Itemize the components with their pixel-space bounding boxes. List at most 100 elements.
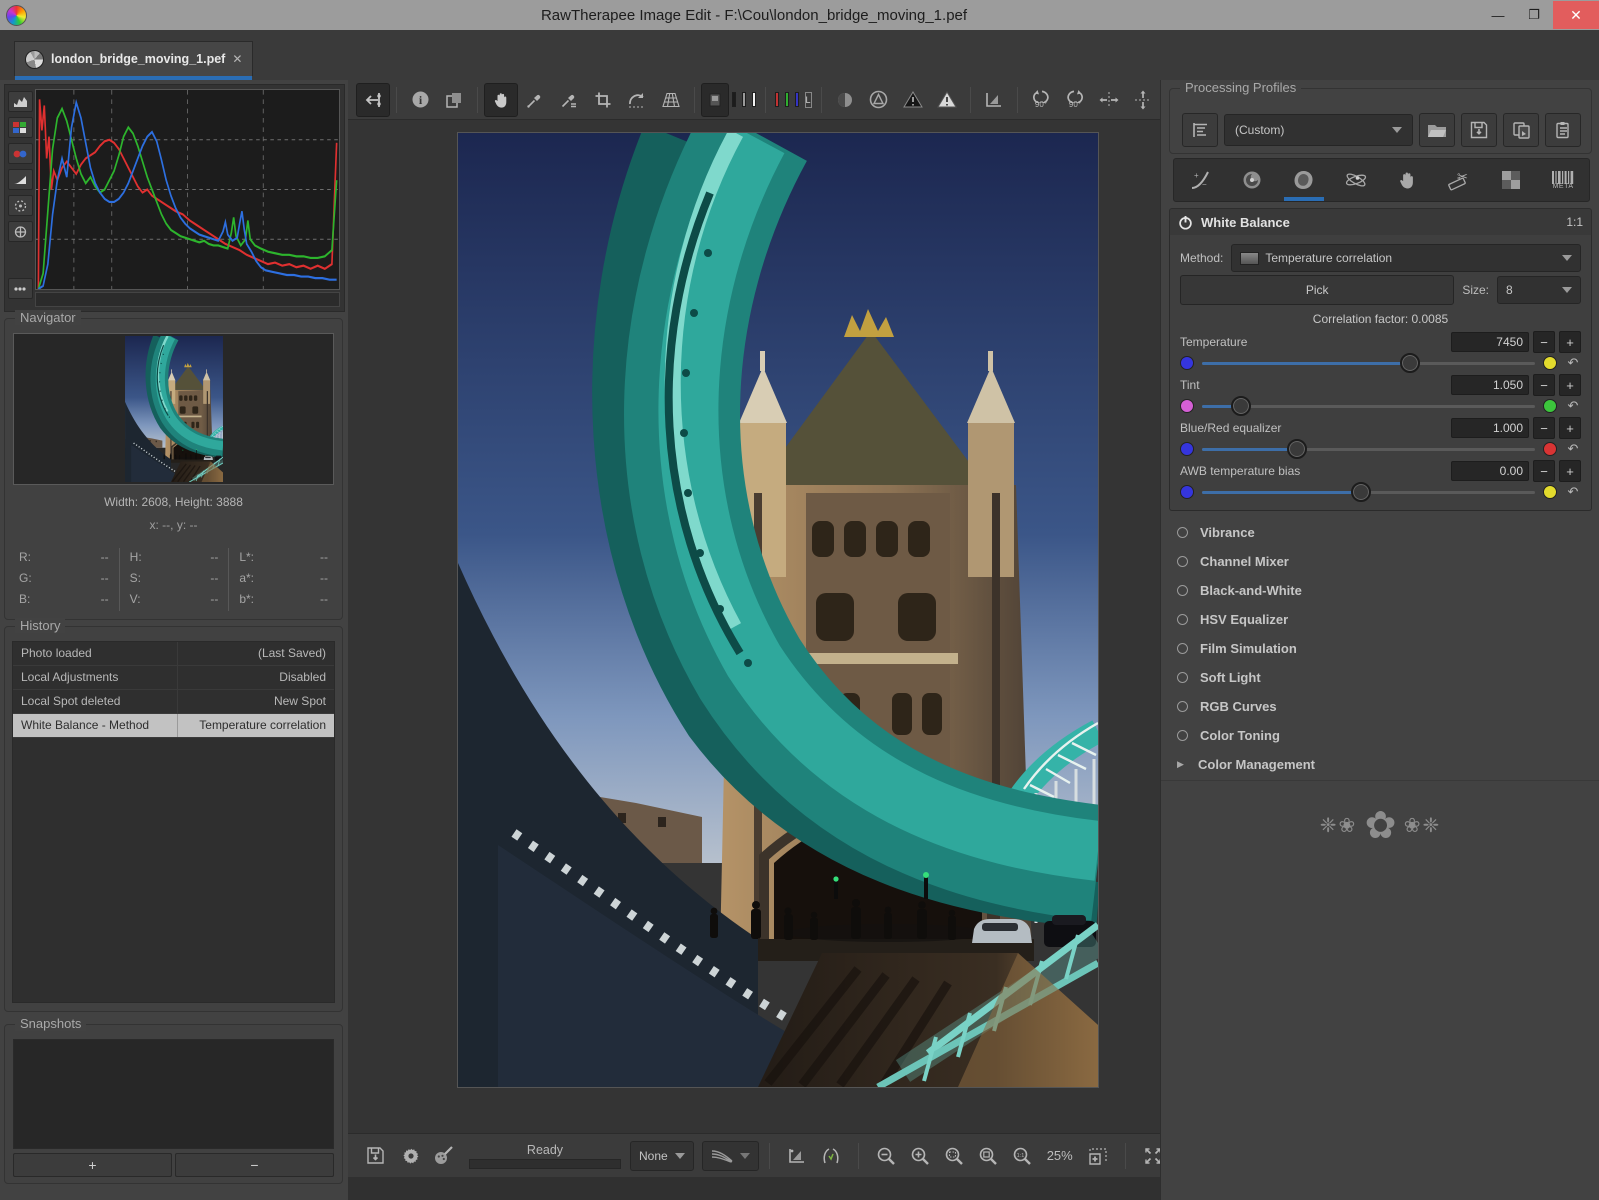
background-color-button[interactable]: [701, 83, 729, 117]
slider-track[interactable]: [1202, 491, 1535, 494]
highlight-clipping-button[interactable]: [930, 83, 964, 117]
false-color-button[interactable]: [828, 83, 862, 117]
tool-channel-mixer[interactable]: Channel Mixer: [1169, 547, 1592, 576]
tool-film-simulation[interactable]: Film Simulation: [1169, 634, 1592, 663]
tab-locallab[interactable]: [1382, 159, 1434, 201]
queue-processing-button[interactable]: [392, 1139, 426, 1173]
reset-icon[interactable]: ↶: [1565, 356, 1581, 371]
tab-raw[interactable]: [1485, 159, 1537, 201]
hand-tool-button[interactable]: [484, 83, 518, 117]
add-snapshot-button[interactable]: +: [13, 1153, 172, 1177]
flip-vertical-button[interactable]: [1126, 83, 1160, 117]
slider-track[interactable]: [1202, 362, 1535, 365]
shadow-clipping-button[interactable]: [896, 83, 930, 117]
tab-transform[interactable]: ✂: [1433, 159, 1485, 201]
color-profile-button[interactable]: [702, 1141, 759, 1171]
copy-profile-button[interactable]: [1503, 113, 1539, 147]
reset-icon[interactable]: ↶: [1565, 399, 1581, 414]
paste-profile-button[interactable]: [1545, 113, 1581, 147]
increment-button[interactable]: +: [1559, 460, 1581, 482]
history-row[interactable]: Photo loaded (Last Saved): [13, 642, 334, 666]
wb-method-select[interactable]: Temperature correlation: [1231, 244, 1581, 272]
expander-arrow-icon[interactable]: ▶: [1177, 760, 1186, 770]
snapshots-list[interactable]: [13, 1039, 334, 1149]
rotate-left-button[interactable]: 90°: [1024, 83, 1058, 117]
add-detail-window-button[interactable]: [1081, 1139, 1115, 1173]
close-button[interactable]: ✕: [1553, 1, 1599, 29]
increment-button[interactable]: +: [1559, 417, 1581, 439]
slider-track[interactable]: [1202, 448, 1535, 451]
color-picker-button[interactable]: [552, 83, 586, 117]
slider-value-field[interactable]: 1.050: [1451, 375, 1529, 395]
bg-white-swatch[interactable]: [752, 92, 756, 107]
white-balance-picker-button[interactable]: [518, 83, 552, 117]
luminosity-channel-button[interactable]: L: [805, 92, 812, 108]
tool-color-management[interactable]: ▶Color Management: [1169, 750, 1592, 779]
photo-tower-bridge[interactable]: [457, 132, 1099, 1088]
power-ring-icon[interactable]: [1177, 730, 1188, 741]
green-channel-swatch[interactable]: [785, 92, 789, 107]
power-ring-icon[interactable]: [1177, 614, 1188, 625]
red-channel-swatch[interactable]: [775, 92, 779, 107]
power-ring-icon[interactable]: [1177, 585, 1188, 596]
histogram-rgb-icon[interactable]: [8, 117, 33, 138]
tool-black-and-white[interactable]: Black-and-White: [1169, 576, 1592, 605]
flip-horizontal-button[interactable]: [1092, 83, 1126, 117]
zoom-fit-crop-button[interactable]: [971, 1139, 1005, 1173]
power-ring-icon[interactable]: [1177, 527, 1188, 538]
minimize-button[interactable]: —: [1481, 3, 1515, 27]
delete-snapshot-button[interactable]: −: [175, 1153, 334, 1177]
history-row[interactable]: Local Adjustments Disabled: [13, 666, 334, 690]
tab-close-icon[interactable]: ✕: [232, 52, 242, 66]
power-ring-icon[interactable]: [1177, 556, 1188, 567]
softproof-button[interactable]: [780, 1139, 814, 1173]
image-tab[interactable]: london_bridge_moving_1.pef ✕: [14, 41, 253, 76]
save-profile-button[interactable]: [1461, 113, 1497, 147]
histogram-value-icon[interactable]: [8, 91, 33, 112]
decrement-button[interactable]: −: [1533, 331, 1555, 353]
power-ring-icon[interactable]: [1177, 643, 1188, 654]
increment-button[interactable]: +: [1559, 331, 1581, 353]
image-info-button[interactable]: i: [403, 83, 437, 117]
tab-color[interactable]: [1278, 159, 1330, 201]
tab-advanced[interactable]: [1330, 159, 1382, 201]
hide-left-panel-button[interactable]: [356, 83, 390, 117]
tab-exposure[interactable]: +−: [1174, 159, 1226, 201]
navigator-thumbnail[interactable]: [13, 333, 334, 485]
maximize-button[interactable]: ❐: [1517, 3, 1551, 27]
tool-rgb-curves[interactable]: RGB Curves: [1169, 692, 1592, 721]
tool-vibrance[interactable]: Vibrance: [1169, 518, 1592, 547]
histogram-plot[interactable]: [35, 89, 340, 290]
decrement-button[interactable]: −: [1533, 417, 1555, 439]
spot-wb-pick-button[interactable]: Pick: [1180, 275, 1454, 305]
histogram-chroma-icon[interactable]: [8, 143, 33, 164]
image-canvas[interactable]: [348, 120, 1160, 1133]
tool-soft-light[interactable]: Soft Light: [1169, 663, 1592, 692]
slider-track[interactable]: [1202, 405, 1535, 408]
fill-mode-button[interactable]: [1182, 113, 1218, 147]
power-ring-icon[interactable]: [1177, 672, 1188, 683]
histogram-options-icon[interactable]: [8, 278, 33, 299]
white-balance-header[interactable]: White Balance 1:1: [1169, 208, 1592, 236]
history-row-selected[interactable]: White Balance - Method Temperature corre…: [13, 714, 334, 738]
tool-hsv-equalizer[interactable]: HSV Equalizer: [1169, 605, 1592, 634]
power-ring-icon[interactable]: [1177, 701, 1188, 712]
bg-gray-swatch[interactable]: [742, 92, 746, 107]
before-after-button[interactable]: [437, 83, 471, 117]
decrement-button[interactable]: −: [1533, 460, 1555, 482]
histogram-bar-icon[interactable]: [8, 221, 33, 242]
power-icon[interactable]: [1178, 215, 1193, 230]
slider-value-field[interactable]: 0.00: [1451, 461, 1529, 481]
save-image-button[interactable]: [358, 1139, 392, 1173]
histogram-scrollbar[interactable]: [35, 292, 340, 307]
perspective-tool-button[interactable]: [654, 83, 688, 117]
rotate-right-button[interactable]: 90°: [1058, 83, 1092, 117]
profile-select[interactable]: (Custom): [1224, 114, 1413, 146]
zoom-in-button[interactable]: [903, 1139, 937, 1173]
gamut-check-button[interactable]: [862, 83, 896, 117]
send-to-editor-button[interactable]: [426, 1139, 460, 1173]
increment-button[interactable]: +: [1559, 374, 1581, 396]
zoom-fit-button[interactable]: [937, 1139, 971, 1173]
histogram-luma-icon[interactable]: [8, 169, 33, 190]
preview-sharpen-button[interactable]: [977, 83, 1011, 117]
